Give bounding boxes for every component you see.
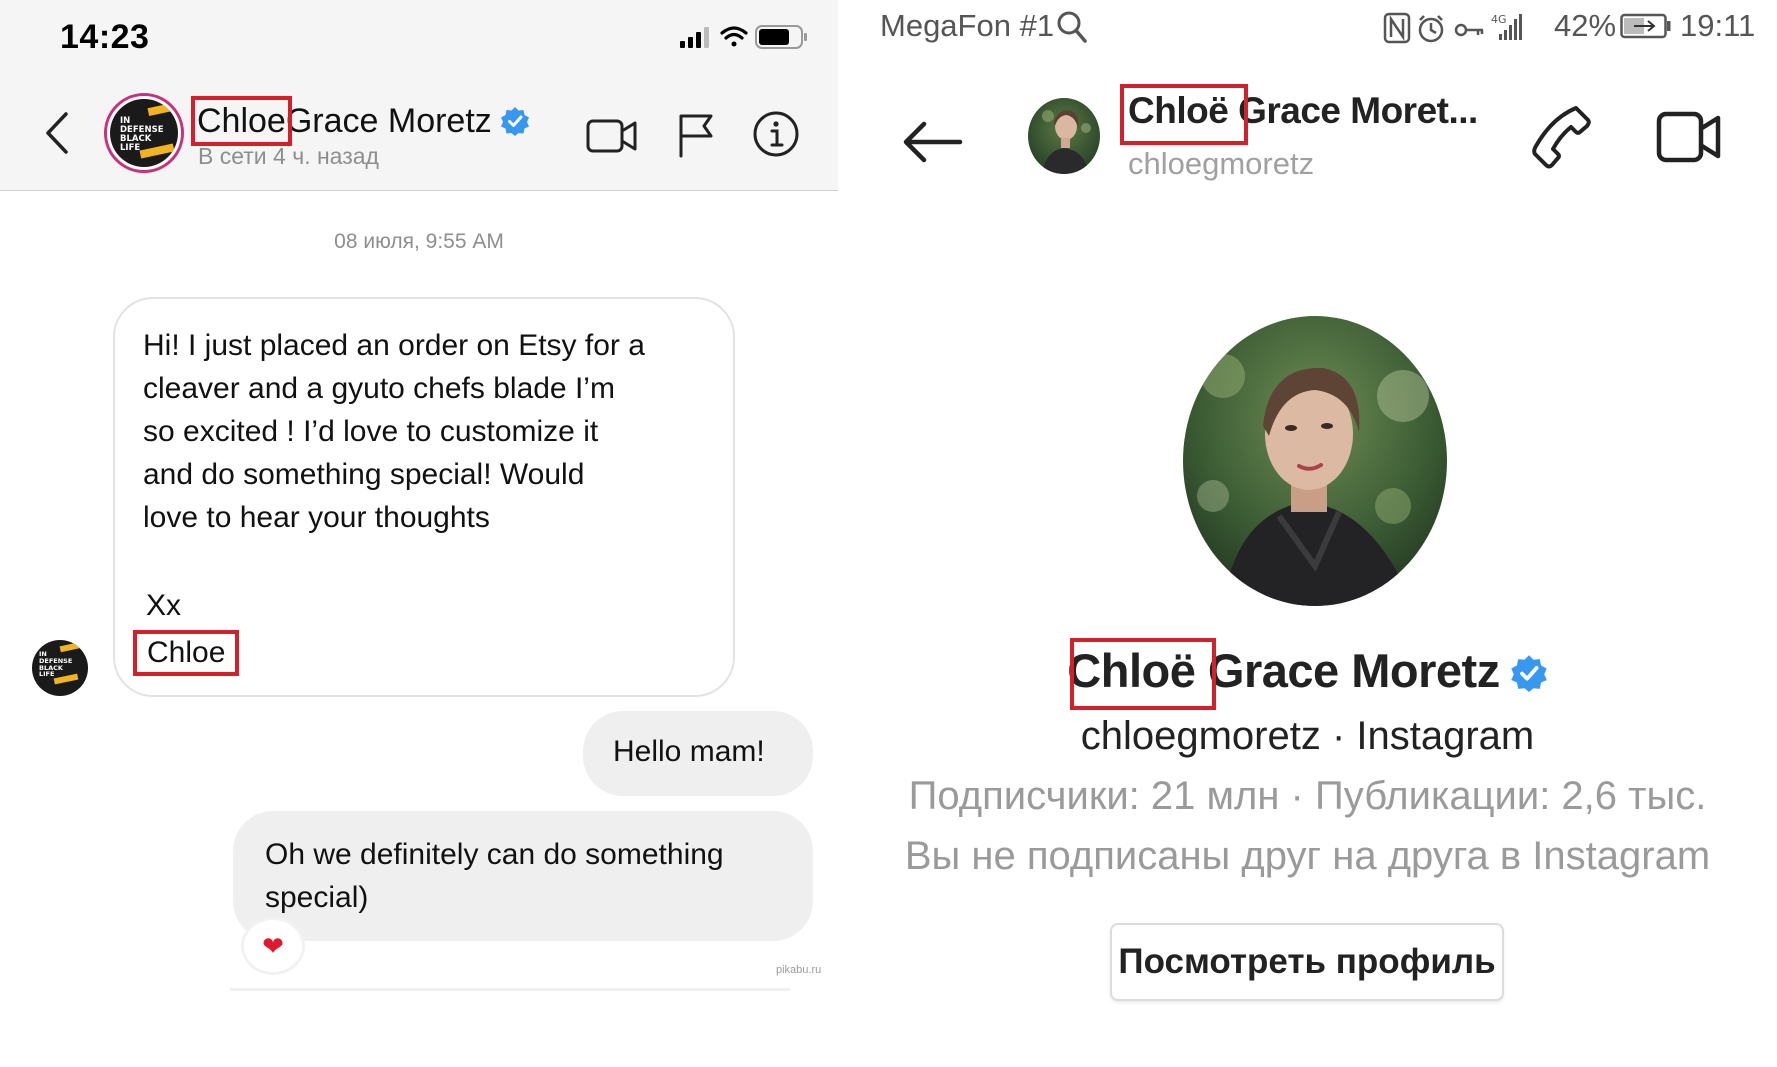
- sender-avatar-logo-text: IN DEFENSE BLACK LIFE: [39, 650, 73, 679]
- battery-percent: 42%: [1554, 8, 1617, 43]
- back-arrow-icon[interactable]: [900, 118, 964, 166]
- watermark: pikabu.ru: [776, 964, 822, 976]
- heart-reaction-icon[interactable]: ❤: [244, 920, 302, 972]
- alarm-icon: [1418, 15, 1444, 43]
- back-chevron-icon[interactable]: [38, 108, 78, 158]
- signal-4g-icon: 4G: [1491, 13, 1522, 40]
- incoming-message-text: Hi! I just placed an order on Etsy for a…: [143, 329, 645, 534]
- video-call-icon[interactable]: [586, 115, 638, 157]
- info-icon[interactable]: [752, 110, 800, 158]
- message-date: 08 июля, 9:55 AM: [334, 230, 504, 253]
- instagram-dm-screenshot: 14:23 IN DEFENSE BLACK LIFE ChloeGrace M…: [0, 0, 838, 1067]
- profile-handle-line: chloegmoretz · Instagram: [1080, 714, 1535, 758]
- svg-text:4G: 4G: [1491, 13, 1507, 26]
- contact-handle: chloegmoretz: [1128, 146, 1315, 181]
- wifi-icon: [720, 26, 748, 47]
- incoming-message-bubble[interactable]: Hi! I just placed an order on Etsy for a…: [113, 297, 735, 697]
- messenger-profile-screenshot: MegaFon #1 4G 42% 19:11 Chloë Grace More…: [838, 0, 1777, 1067]
- online-status: В сети 4 ч. назад: [198, 143, 379, 169]
- outgoing-message-bubble[interactable]: Hello mam!: [583, 711, 813, 796]
- status-bar-icons: [680, 25, 807, 49]
- carrier-name: MegaFon #1: [880, 8, 1055, 43]
- divider: [230, 988, 790, 991]
- follow-status: Вы не подписаны друг на друга в Instagra…: [904, 834, 1711, 878]
- key-icon: [1454, 23, 1484, 37]
- verified-badge-icon: [1510, 655, 1547, 692]
- search-icon: [1057, 11, 1087, 43]
- status-bar-time: 14:23: [60, 18, 150, 56]
- profile-photo[interactable]: [1183, 316, 1447, 606]
- outgoing-message-bubble[interactable]: Oh we definitely can do something specia…: [233, 811, 813, 941]
- video-call-icon[interactable]: [1656, 108, 1722, 166]
- battery-icon: [755, 25, 807, 49]
- phone-call-icon[interactable]: [1530, 104, 1594, 170]
- name-highlight-chloe: Chloe: [191, 95, 292, 146]
- name-rest: Grace Moretz: [285, 101, 492, 140]
- cellular-signal-icon: [680, 27, 709, 48]
- red-highlight-box: [1070, 638, 1216, 710]
- flag-icon[interactable]: [676, 112, 716, 158]
- profile-name: Chloë Grace Moretz: [838, 643, 1777, 698]
- name-rest: Grace Moret...: [1238, 90, 1478, 131]
- verified-badge-icon: [500, 107, 529, 136]
- red-highlight-box: [1120, 84, 1248, 145]
- message-signoff: Xx: [146, 589, 182, 622]
- nfc-icon: [1383, 12, 1411, 44]
- contact-name[interactable]: ChloeGrace Moretz: [191, 95, 530, 146]
- battery-charging-icon: [1620, 13, 1671, 39]
- view-profile-button[interactable]: Посмотреть профиль: [1110, 923, 1504, 1001]
- status-bar-time: 19:11: [1680, 8, 1756, 43]
- header-avatar[interactable]: IN DEFENSE BLACK LIFE: [104, 93, 184, 173]
- message-signature-highlight: Chloe: [132, 630, 240, 676]
- header-profile-photo[interactable]: [1028, 98, 1100, 174]
- sender-avatar[interactable]: IN DEFENSE BLACK LIFE: [32, 640, 88, 696]
- profile-name-rest: Grace Moretz: [1207, 644, 1500, 697]
- avatar-logo-text: IN DEFENSE BLACK LIFE: [120, 116, 164, 153]
- profile-stats: Подписчики: 21 млн · Публикации: 2,6 тыс…: [908, 774, 1707, 818]
